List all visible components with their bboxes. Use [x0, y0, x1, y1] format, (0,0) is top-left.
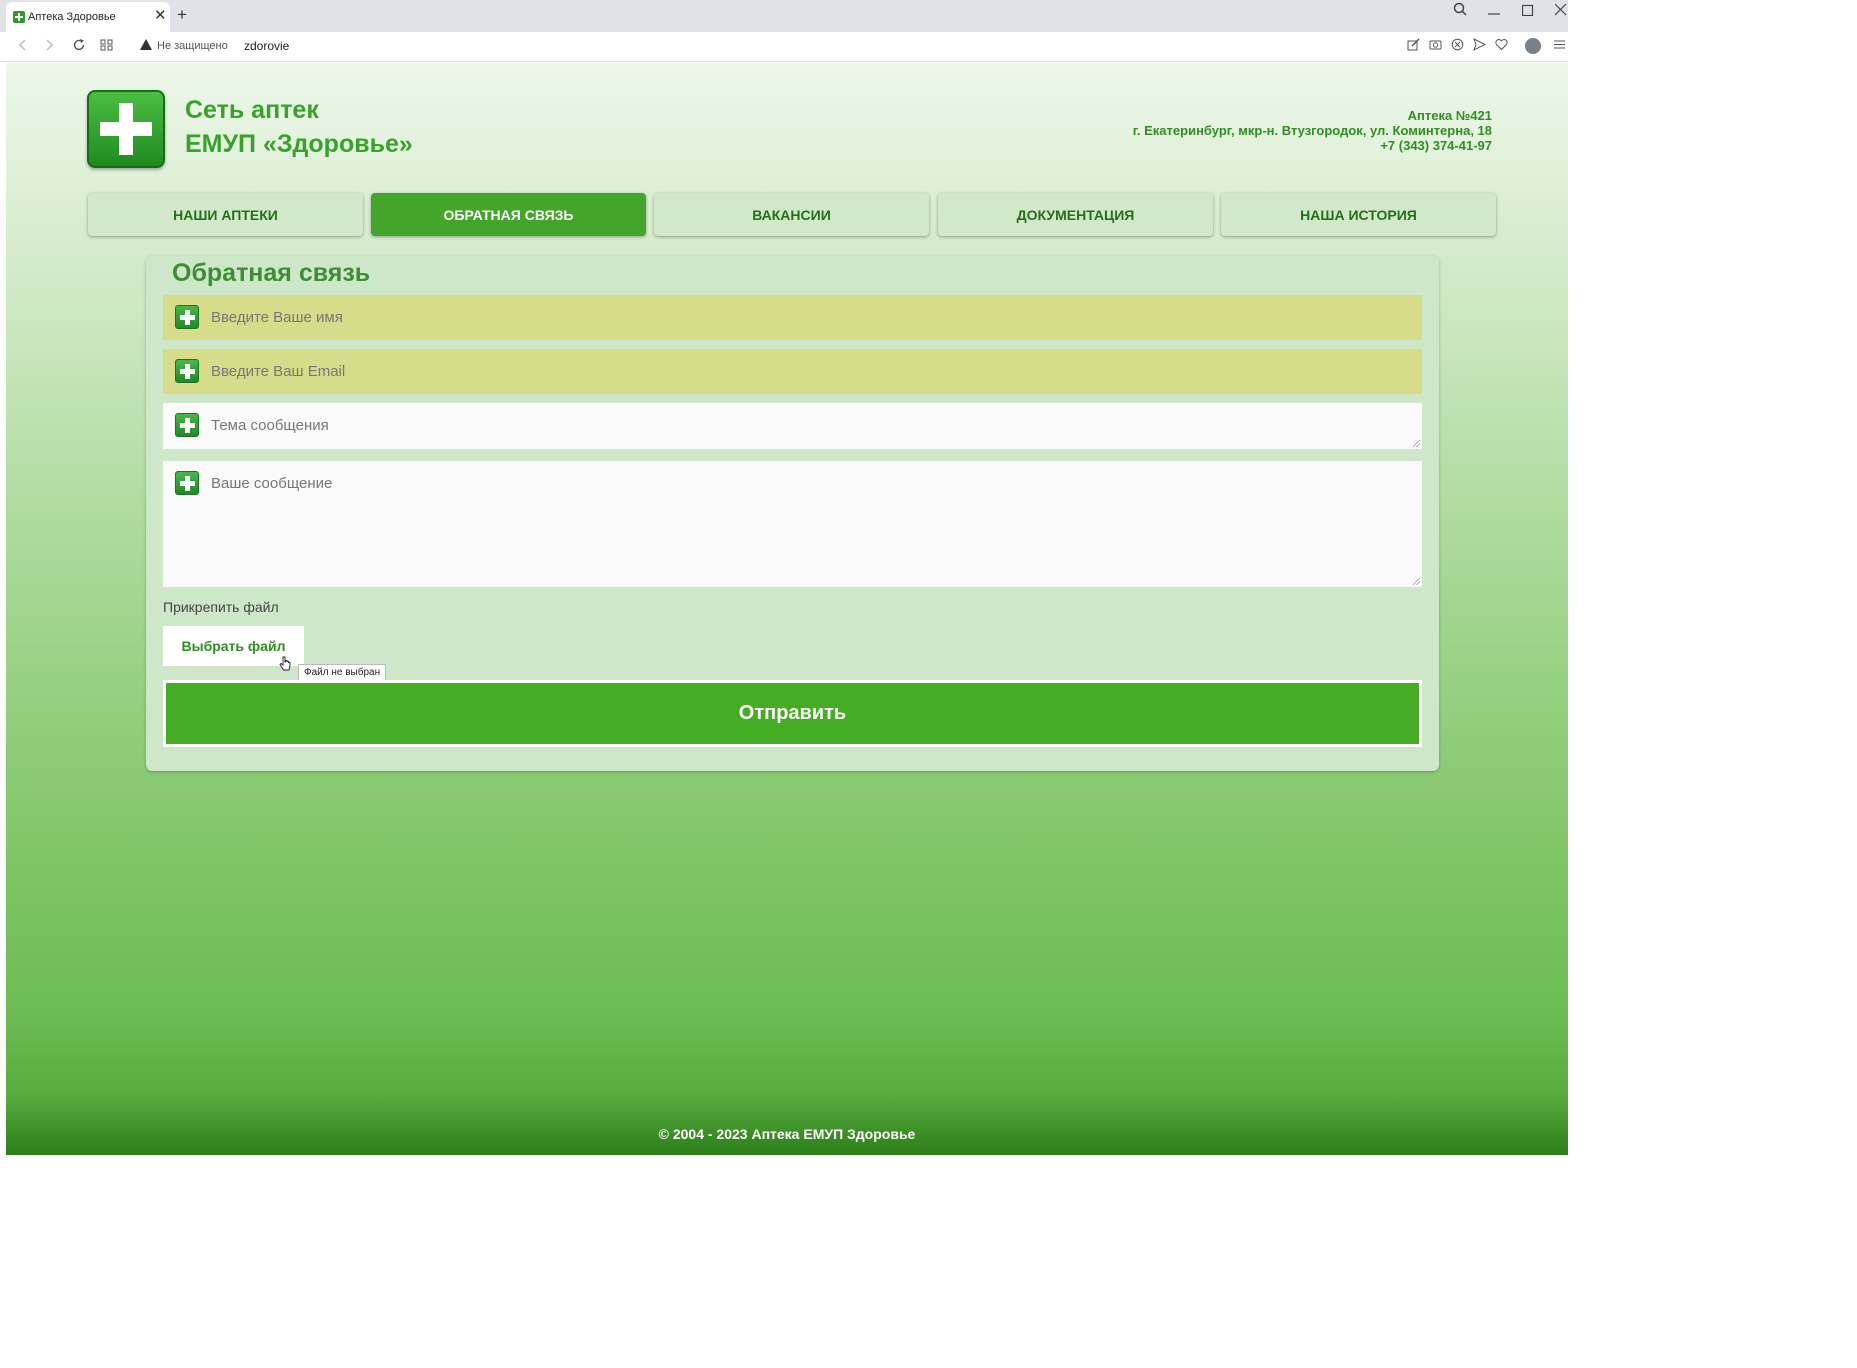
- feedback-form-panel: Обратная связь Прикрепить файл Выбрать ф…: [146, 256, 1439, 771]
- nav-feedback[interactable]: ОБРАТНАЯ СВЯЗЬ: [371, 193, 646, 236]
- browser-tab-bar: Аптека Здоровье ✕ +: [0, 0, 1568, 32]
- brand-line-1: Сеть аптек: [185, 96, 319, 124]
- browser-address-bar: Не защищено zdorovie: [0, 32, 1568, 62]
- plus-icon: [175, 413, 199, 437]
- pharmacy-address: г. Екатеринбург, мкр-н. Втузгородок, ул.…: [1132, 123, 1492, 138]
- pharmacy-name: Аптека №421: [1407, 108, 1492, 123]
- tab-close-icon[interactable]: ✕: [154, 8, 167, 24]
- menu-icon[interactable]: [1553, 38, 1566, 55]
- hand-cursor-icon: [279, 656, 291, 672]
- subject-input[interactable]: [211, 403, 1414, 449]
- brand-line-2: ЕМУП «Здоровье»: [185, 130, 413, 158]
- submit-button[interactable]: Отправить: [166, 683, 1419, 744]
- message-field-row: [163, 461, 1422, 587]
- name-field-row: [163, 295, 1422, 340]
- address-url[interactable]: zdorovie: [244, 39, 289, 53]
- submit-wrapper: Отправить: [163, 680, 1422, 747]
- nav-our-pharmacies[interactable]: НАШИ АПТЕКИ: [88, 193, 363, 236]
- plus-icon: [175, 359, 199, 383]
- resize-handle[interactable]: [1413, 440, 1420, 447]
- pharmacy-phone: +7 (343) 374-41-97: [1380, 138, 1492, 153]
- pharmacy-contacts: Аптека №421 г. Екатеринбург, мкр-н. Втуз…: [1133, 108, 1492, 153]
- new-tab-icon[interactable]: +: [177, 5, 187, 25]
- form-title: Обратная связь: [172, 259, 371, 287]
- tab-grid-icon[interactable]: [100, 38, 114, 56]
- tab-title: Аптека Здоровье: [28, 11, 116, 23]
- resize-handle[interactable]: [1413, 578, 1420, 585]
- edit-icon[interactable]: [1407, 38, 1420, 55]
- back-icon[interactable]: [17, 38, 27, 56]
- browser-tab[interactable]: Аптека Здоровье ✕: [6, 2, 170, 32]
- email-field-row: [163, 349, 1422, 394]
- heart-icon[interactable]: [1495, 38, 1508, 55]
- forward-icon[interactable]: [45, 38, 55, 56]
- warning-icon: [140, 39, 152, 50]
- profile-avatar-icon[interactable]: [1525, 38, 1541, 54]
- footer-copyright: © 2004 - 2023 Аптека ЕМУП Здоровье: [658, 1126, 916, 1142]
- minimize-icon[interactable]: [1488, 2, 1500, 22]
- plus-icon: [175, 471, 199, 495]
- page-body: Сеть аптек ЕМУП «Здоровье» Аптека №421 г…: [6, 63, 1568, 1155]
- attach-file-label: Прикрепить файл: [163, 599, 279, 615]
- block-icon[interactable]: [1451, 38, 1464, 55]
- main-navigation: НАШИ АПТЕКИ ОБРАТНАЯ СВЯЗЬ ВАКАНСИИ ДОКУ…: [88, 193, 1498, 236]
- site-brand[interactable]: Сеть аптек ЕМУП «Здоровье»: [185, 93, 413, 161]
- file-tooltip: Файл не выбран: [298, 664, 387, 681]
- maximize-icon[interactable]: [1521, 2, 1534, 22]
- plus-icon: [175, 305, 199, 329]
- name-input[interactable]: [211, 295, 1414, 340]
- subject-field-row: [163, 403, 1422, 449]
- security-status[interactable]: Не защищено: [157, 40, 228, 52]
- nav-documentation[interactable]: ДОКУМЕНТАЦИЯ: [938, 193, 1213, 236]
- pharmacy-favicon-icon: [13, 11, 25, 23]
- close-window-icon[interactable]: [1554, 2, 1567, 22]
- send-icon[interactable]: [1473, 37, 1487, 55]
- nav-vacancies[interactable]: ВАКАНСИИ: [654, 193, 929, 236]
- pharmacy-cross-logo-icon[interactable]: [87, 90, 165, 168]
- message-input[interactable]: [211, 461, 1414, 587]
- nav-our-history[interactable]: НАША ИСТОРИЯ: [1221, 193, 1496, 236]
- search-icon[interactable]: [1453, 2, 1467, 22]
- email-input[interactable]: [211, 349, 1414, 394]
- reload-icon[interactable]: [72, 38, 86, 56]
- camera-icon[interactable]: [1429, 38, 1442, 55]
